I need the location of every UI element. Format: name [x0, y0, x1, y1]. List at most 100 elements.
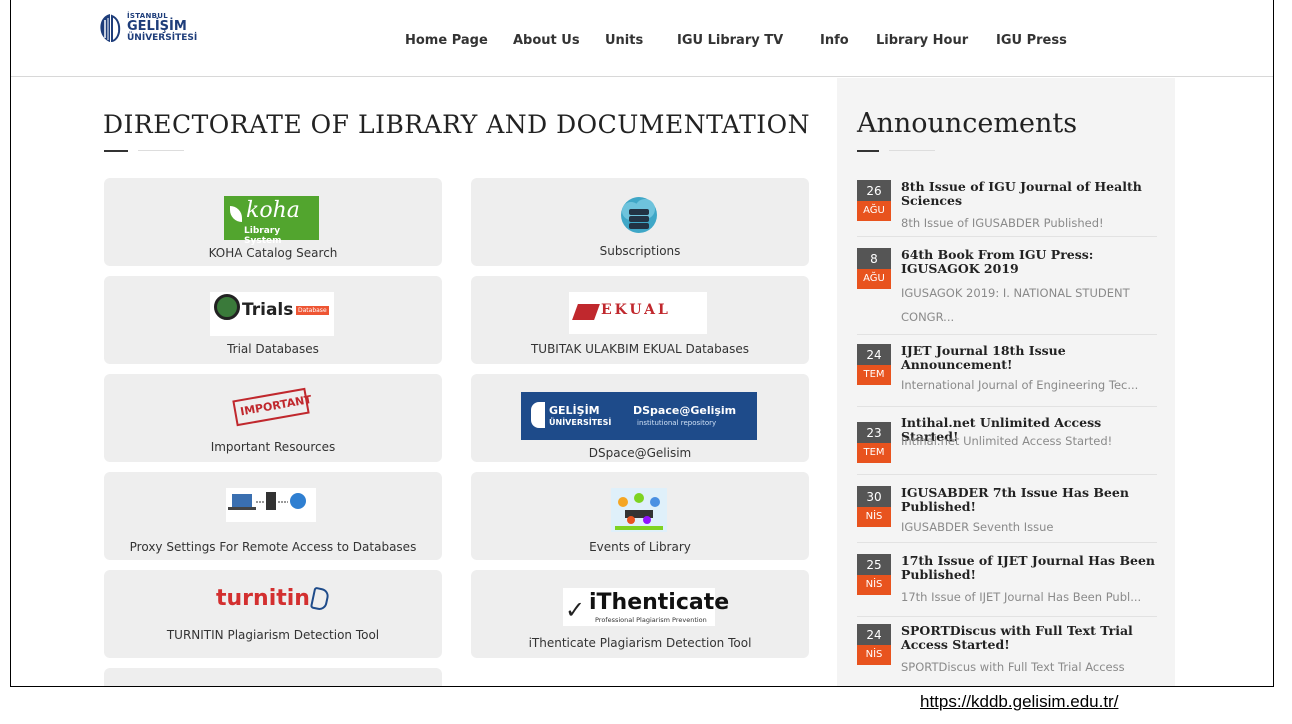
card-label: iThenticate Plagiarism Detection Tool [528, 636, 752, 650]
important-stamp-icon: IMPORTANT [232, 387, 313, 427]
logo-line-2: GELİŞİM [127, 19, 187, 34]
sidebar-divider [857, 150, 879, 152]
card-label: TUBITAK ULAKBIM EKUAL Databases [530, 342, 750, 356]
title-divider [104, 150, 128, 152]
title-divider-light [138, 150, 184, 151]
announcement-title[interactable]: SPORTDiscus with Full Text Trial Access … [901, 624, 1157, 652]
announcement-item[interactable]: 23 TEM Intihal.net Unlimited Access Star… [857, 414, 1157, 475]
ekual-book-icon [572, 304, 600, 320]
nav-about-us[interactable]: About Us [513, 33, 580, 48]
events-illustration-icon [611, 488, 667, 532]
announcement-day: 24 [857, 624, 891, 645]
browser-viewport: İSTANBUL GELİŞİM ÜNİVERSİTESİ Home Page … [10, 0, 1274, 687]
announcement-month: NİS [857, 645, 891, 665]
nav-info[interactable]: Info [820, 33, 849, 48]
card-subscriptions[interactable]: Subscriptions [471, 178, 809, 266]
card-ithenticate[interactable]: ✓ iThenticate Professional Plagiarism Pr… [471, 570, 809, 658]
announcement-desc: IGUSAGOK 2019: I. NATIONAL STUDENT [901, 286, 1130, 300]
nav-igu-library-tv[interactable]: IGU Library TV [677, 33, 783, 48]
card-label: Events of Library [589, 540, 691, 554]
announcement-item[interactable]: 24 TEM IJET Journal 18th Issue Announcem… [857, 344, 1157, 407]
announcement-date: 24 NİS [857, 624, 891, 665]
announcement-desc: International Journal of Engineering Tec… [901, 378, 1139, 392]
database-cloud-icon [621, 197, 657, 233]
announcement-item[interactable]: 25 NİS 17th Issue of IJET Journal Has Be… [857, 554, 1157, 617]
announcement-date: 30 NİS [857, 486, 891, 527]
card-turnitin[interactable]: turnitin TURNITIN Plagiarism Detection T… [104, 570, 442, 658]
announcement-item[interactable]: 30 NİS IGUSABDER 7th Issue Has Been Publ… [857, 486, 1157, 543]
announcement-title[interactable]: IGUSABDER 7th Issue Has Been Published! [901, 486, 1157, 514]
announcements-sidebar: Announcements 26 AĞU 8th Issue of IGU Jo… [837, 78, 1175, 686]
announcement-date: 8 AĞU [857, 248, 891, 289]
card-events-of-library[interactable]: Events of Library [471, 472, 809, 560]
announcement-date: 24 TEM [857, 344, 891, 385]
ithenticate-logo-text: iThenticate [589, 590, 730, 615]
university-logo[interactable]: İSTANBUL GELİŞİM ÜNİVERSİTESİ [97, 12, 237, 44]
announcement-month: TEM [857, 443, 891, 463]
announcement-desc: Intihal.net Unlimited Access Started! [901, 434, 1113, 448]
announcement-item[interactable]: 8 AĞU 64th Book From IGU Press: IGUSAGOK… [857, 248, 1157, 335]
nav-home-page[interactable]: Home Page [405, 33, 488, 48]
card-dspace[interactable]: GELİŞİM ÜNİVERSİTESİ DSpace@Gelişim inst… [471, 374, 809, 462]
nav-igu-press[interactable]: IGU Press [996, 33, 1067, 48]
announcement-title[interactable]: 17th Issue of IJET Journal Has Been Publ… [901, 554, 1157, 582]
card-koha-catalog[interactable]: koha Library System KOHA Catalog Search [104, 178, 442, 266]
announcement-desc-continued: CONGR... [901, 310, 955, 324]
announcement-day: 24 [857, 344, 891, 365]
ithenticate-logo-sub: Professional Plagiarism Prevention [595, 616, 707, 624]
announcement-item[interactable]: 24 NİS SPORTDiscus with Full Text Trial … [857, 624, 1157, 686]
dspace-brand-2: ÜNİVERSİTESİ [549, 418, 612, 427]
announcement-title[interactable]: 64th Book From IGU Press: IGUSAGOK 2019 [901, 248, 1157, 276]
card-ekual-databases[interactable]: EKUAL TUBITAK ULAKBIM EKUAL Databases [471, 276, 809, 364]
globe-icon [214, 294, 240, 320]
announcement-month: NİS [857, 575, 891, 595]
site-url[interactable]: https://kddb.gelisim.edu.tr/ [920, 692, 1118, 712]
koha-logo-text: koha [246, 198, 300, 223]
announcement-day: 26 [857, 180, 891, 201]
card-important-resources[interactable]: IMPORTANT Important Resources [104, 374, 442, 462]
koha-logo: koha Library System [224, 196, 319, 246]
trials-logo-sub: Database [296, 306, 329, 315]
announcement-month: TEM [857, 365, 891, 385]
announcement-desc: SPORTDiscus with Full Text Trial Access [901, 660, 1125, 674]
card-label: Important Resources [210, 440, 336, 454]
dspace-logo: GELİŞİM ÜNİVERSİTESİ DSpace@Gelişim inst… [521, 392, 757, 440]
logo-line-3: ÜNİVERSİTESİ [127, 33, 198, 43]
announcement-day: 25 [857, 554, 891, 575]
site-header: İSTANBUL GELİŞİM ÜNİVERSİTESİ Home Page … [11, 0, 1273, 77]
announcement-title[interactable]: IJET Journal 18th Issue Announcement! [901, 344, 1157, 372]
trials-logo: Trials Database [210, 292, 334, 336]
announcement-month: AĞU [857, 201, 891, 221]
dspace-logo-sub: institutional repository [637, 419, 717, 427]
announcement-date: 23 TEM [857, 422, 891, 463]
koha-leaf-icon [230, 206, 242, 222]
card-trial-databases[interactable]: Trials Database Trial Databases [104, 276, 442, 364]
announcement-day: 8 [857, 248, 891, 269]
card-label: Proxy Settings For Remote Access to Data… [129, 540, 417, 554]
nav-library-hour[interactable]: Library Hour [876, 33, 968, 48]
university-emblem-icon [100, 14, 121, 43]
card-proxy-settings[interactable]: Proxy Settings For Remote Access to Data… [104, 472, 442, 560]
ithenticate-logo: ✓ iThenticate Professional Plagiarism Pr… [563, 588, 729, 626]
announcement-date: 25 NİS [857, 554, 891, 595]
announcement-desc: 8th Issue of IGUSABDER Published! [901, 216, 1104, 230]
nav-units[interactable]: Units [605, 33, 643, 48]
card-label: DSpace@Gelisim [588, 446, 692, 460]
proxy-diagram-icon [226, 488, 316, 522]
sidebar-divider-light [889, 150, 935, 151]
turnitin-logo: turnitin [216, 586, 336, 616]
turnitin-logo-text: turnitin [216, 586, 310, 611]
card-partial[interactable] [104, 668, 442, 686]
announcement-item[interactable]: 26 AĞU 8th Issue of IGU Journal of Healt… [857, 180, 1157, 237]
announcement-title[interactable]: 8th Issue of IGU Journal of Health Scien… [901, 180, 1157, 208]
announcement-month: AĞU [857, 269, 891, 289]
dspace-emblem-icon [531, 402, 545, 428]
announcement-month: NİS [857, 507, 891, 527]
card-label: KOHA Catalog Search [208, 246, 338, 260]
turnitin-check-icon [309, 586, 331, 612]
important-stamp-text: IMPORTANT [239, 392, 313, 419]
resource-cards: koha Library System KOHA Catalog Search … [104, 178, 810, 686]
announcements-title: Announcements [857, 108, 1078, 139]
page-scrollbar[interactable] [1273, 0, 1274, 686]
ekual-logo: EKUAL [569, 292, 707, 334]
